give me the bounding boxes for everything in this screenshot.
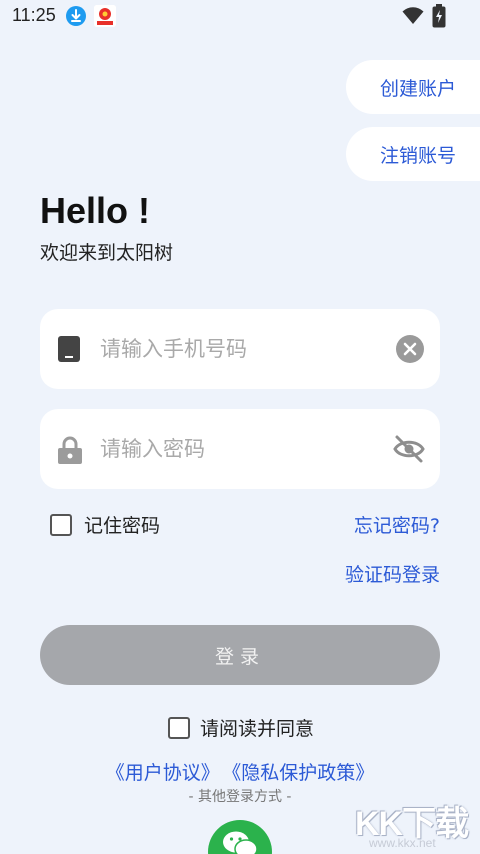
- sms-login-link[interactable]: 验证码登录: [345, 560, 440, 587]
- clear-icon[interactable]: [395, 334, 425, 368]
- download-icon: [66, 6, 86, 26]
- cancel-account-button[interactable]: 注销账号: [346, 127, 480, 181]
- agree-label: 请阅读并同意: [200, 718, 315, 740]
- remember-checkbox[interactable]: [50, 513, 72, 536]
- login-label: 登录: [214, 645, 265, 668]
- agree-terms[interactable]: 请阅读并同意: [168, 714, 314, 741]
- cancel-account-label: 注销账号: [379, 144, 456, 167]
- remember-label: 记住密码: [84, 515, 161, 537]
- create-account-button[interactable]: 创建账户: [346, 60, 480, 114]
- phone-icon: [58, 336, 80, 366]
- wifi-icon: [402, 6, 424, 30]
- remember-password[interactable]: 记住密码: [50, 511, 160, 538]
- login-button[interactable]: 登录: [40, 625, 440, 685]
- battery-charging-icon: [432, 4, 446, 32]
- create-account-label: 创建账户: [379, 77, 456, 100]
- status-bar: 11:25: [0, 0, 480, 34]
- agreement-links: 《用户协议》 《隐私保护政策》: [0, 758, 480, 785]
- password-input[interactable]: [100, 429, 380, 469]
- phone-field: [40, 309, 440, 389]
- wechat-login-button[interactable]: [208, 820, 272, 854]
- status-time: 11:25: [12, 5, 56, 25]
- forgot-password-link[interactable]: 忘记密码?: [354, 511, 440, 538]
- eye-off-icon[interactable]: [393, 434, 425, 468]
- watermark-url: www.kkx.net: [369, 836, 436, 850]
- user-agreement-link[interactable]: 《用户协议》: [106, 762, 220, 784]
- watermark: KK下载 www.kkx.net: [355, 796, 470, 854]
- agree-checkbox[interactable]: [168, 716, 190, 739]
- privacy-policy-link[interactable]: 《隐私保护政策》: [232, 762, 375, 784]
- lock-icon: [58, 436, 82, 468]
- phone-input[interactable]: [100, 329, 380, 369]
- greeting-title: Hello !: [40, 190, 151, 231]
- app-notification-icon: [94, 5, 116, 27]
- greeting-subtitle: 欢迎来到太阳树: [40, 242, 174, 264]
- password-field: [40, 409, 440, 489]
